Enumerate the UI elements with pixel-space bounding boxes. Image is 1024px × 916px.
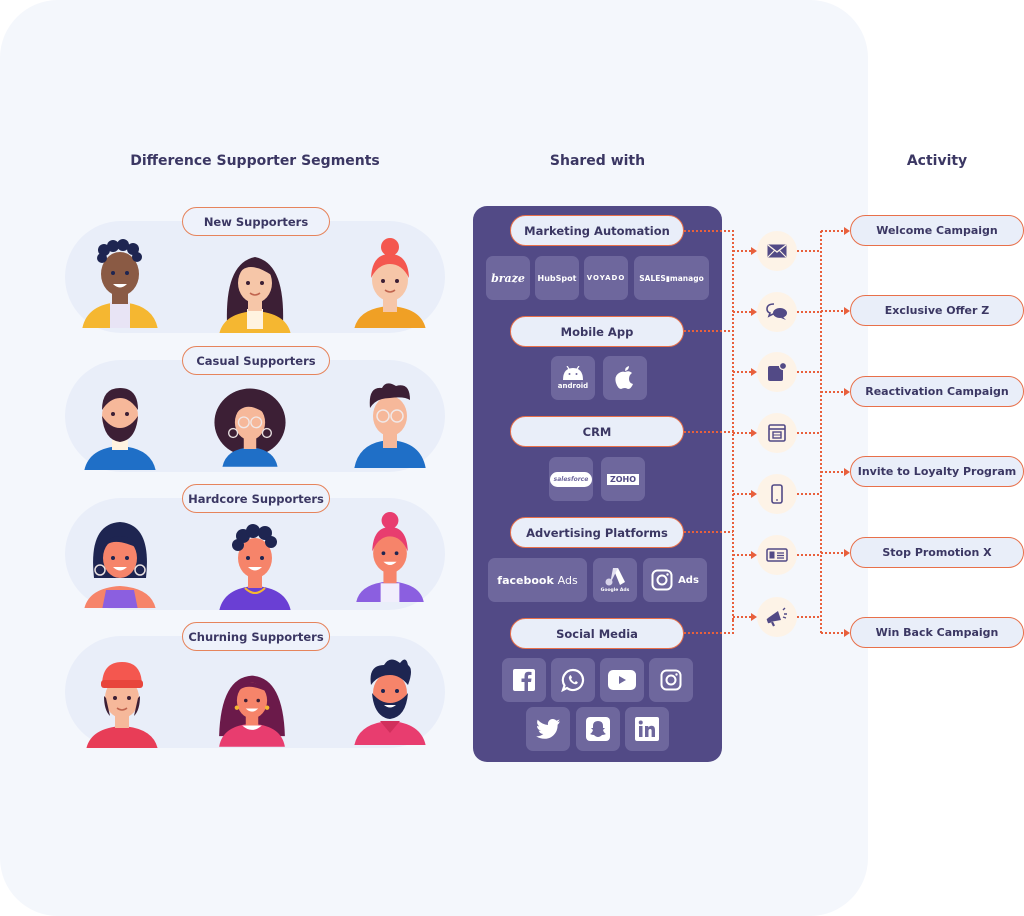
tool-youtube-logo [600, 658, 644, 702]
avatar-bearded-man [84, 388, 156, 470]
mobile-channel-node[interactable] [757, 474, 797, 514]
whatsapp-icon [561, 668, 585, 692]
tool-google-ads-logo: Google Ads [593, 558, 637, 602]
activity-loyalty-program[interactable]: Invite to Loyalty Program [850, 456, 1024, 487]
facebook-icon [513, 669, 535, 691]
channel-social-media[interactable]: Social Media [510, 618, 684, 649]
activity-stop-promotion[interactable]: Stop Promotion X [850, 537, 1024, 568]
chat-icon [766, 303, 787, 320]
channel-marketing-automation[interactable]: Marketing Automation [510, 215, 684, 246]
avatar-bearded-man-spiky-hair [354, 659, 426, 745]
tool-whatsapp-logo [551, 658, 595, 702]
tool-apple-logo [603, 356, 647, 400]
web-page-icon [768, 424, 786, 442]
tool-facebook-ads-logo: facebook Ads [488, 558, 587, 602]
email-channel-node[interactable] [757, 231, 797, 271]
segment-label: New Supporters [182, 207, 330, 236]
snapchat-icon [586, 717, 610, 741]
apple-icon [615, 366, 633, 389]
segments-header: Difference Supporter Segments [130, 153, 380, 169]
linkedin-icon [635, 717, 659, 741]
twitter-icon [536, 719, 560, 739]
shared-with-header: Shared with [549, 153, 646, 169]
tool-hubspot-logo: HubSpot [535, 256, 579, 300]
youtube-icon [608, 670, 636, 690]
google-ads-icon [605, 567, 625, 585]
activity-welcome-campaign[interactable]: Welcome Campaign [850, 215, 1024, 246]
avatar-woman-short-hair-earrings [84, 522, 156, 608]
activity-reactivation-campaign[interactable]: Reactivation Campaign [850, 376, 1024, 407]
segment-label: Casual Supporters [182, 346, 330, 375]
avatar-woman-long-hair [219, 257, 291, 333]
activity-exclusive-offer[interactable]: Exclusive Offer Z [850, 295, 1024, 326]
avatar-woman-long-hair-collar [219, 675, 285, 747]
google-ads-label: Google Ads [600, 587, 630, 593]
notification-icon [768, 362, 787, 381]
avatar-man-curly-hair-chain [219, 524, 291, 610]
activity-header: Activity [906, 153, 968, 169]
notification-channel-node[interactable] [757, 352, 797, 392]
facebook-ads-brand: facebook [497, 573, 554, 587]
avatar-woman-red-bun [354, 238, 426, 328]
channel-crm[interactable]: CRM [510, 416, 684, 447]
email-icon [767, 244, 787, 258]
tool-salesmanago-logo: SALES▮manago [634, 256, 709, 300]
segment-label: Hardcore Supporters [182, 484, 330, 513]
mobile-icon [771, 484, 783, 504]
instagram-ads-label: Ads [678, 574, 699, 586]
segment-label: Churning Supporters [182, 622, 330, 651]
tool-salesforce-logo: salesforce [549, 457, 593, 501]
tool-twitter-logo [526, 707, 570, 751]
tool-instagram-logo [649, 658, 693, 702]
instagram-icon [651, 569, 673, 591]
instagram-icon [660, 669, 682, 691]
chat-channel-node[interactable] [757, 292, 797, 332]
web-channel-node[interactable] [757, 413, 797, 453]
tool-voyado-logo: VOYADO [584, 256, 628, 300]
tool-snapchat-logo [576, 707, 620, 751]
avatar-man-glasses-hoodie [354, 383, 426, 468]
activity-win-back-campaign[interactable]: Win Back Campaign [850, 617, 1024, 648]
megaphone-icon [766, 607, 787, 627]
android-label: android [557, 382, 589, 390]
tool-android-logo: android [551, 356, 595, 400]
avatar-woman-pink-bun [356, 512, 424, 602]
zoho-label: ZOHO [606, 473, 640, 485]
tool-zoho-logo: ZOHO [601, 457, 645, 501]
tool-instagram-ads-logo: Ads [643, 558, 707, 602]
channel-advertising-platforms[interactable]: Advertising Platforms [510, 517, 684, 548]
avatar-man-red-beanie [86, 662, 158, 748]
facebook-ads-suffix: Ads [557, 573, 578, 587]
channel-mobile-app[interactable]: Mobile App [510, 316, 684, 347]
tool-linkedin-logo [625, 707, 669, 751]
tool-facebook-logo [502, 658, 546, 702]
id-card-channel-node[interactable] [757, 535, 797, 575]
avatar-woman-curly-glasses [214, 388, 286, 467]
android-icon [563, 366, 583, 380]
tool-braze-logo: braze [486, 256, 530, 300]
megaphone-channel-node[interactable] [757, 597, 797, 637]
avatar-young-man-curly-hair [82, 239, 158, 328]
id-card-icon [766, 548, 788, 562]
salesforce-cloud: salesforce [549, 471, 593, 487]
